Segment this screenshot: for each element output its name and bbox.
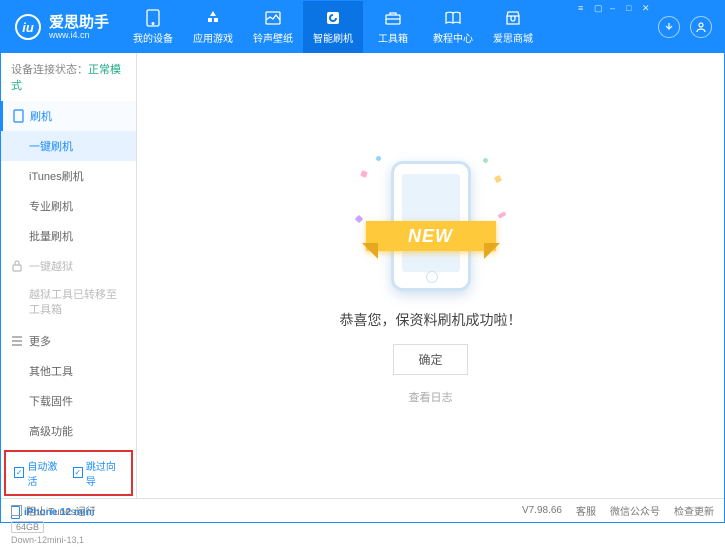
user-button[interactable]: [690, 16, 712, 38]
sidebar-item-oneclick-flash[interactable]: 一键刷机: [1, 131, 136, 161]
brand: iu 爱思助手 www.i4.cn: [1, 14, 123, 40]
checkbox-block-itunes[interactable]: 阻止iTunes运行: [11, 503, 96, 518]
maximize-icon[interactable]: □: [626, 3, 638, 12]
menu-icon[interactable]: ≡: [578, 3, 590, 12]
nav-my-device[interactable]: 我的设备: [123, 1, 183, 53]
nav-apps[interactable]: 应用游戏: [183, 1, 243, 53]
brand-name: 爱思助手: [49, 15, 109, 30]
options-highlight-box: ✓自动激活 ✓跳过向导: [4, 450, 133, 496]
sidebar-item-download-fw[interactable]: 下载固件: [1, 386, 136, 416]
phone-icon: [13, 109, 24, 123]
sidebar: 设备连接状态：正常模式 刷机 一键刷机 iTunes刷机 专业刷机 批量刷机 一…: [1, 53, 137, 498]
minimize-icon[interactable]: –: [610, 3, 622, 12]
flash-icon: [324, 9, 342, 27]
sidebar-item-advanced[interactable]: 高级功能: [1, 416, 136, 446]
checkbox-icon: [11, 505, 22, 516]
title-bar: iu 爱思助手 www.i4.cn 我的设备 应用游戏 铃声壁纸 智能刷机 工具…: [1, 1, 724, 53]
nav-ringtone[interactable]: 铃声壁纸: [243, 1, 303, 53]
lock-icon: [11, 260, 23, 272]
store-icon: [504, 9, 522, 27]
nav-flash[interactable]: 智能刷机: [303, 1, 363, 53]
toolbox-icon: [384, 9, 402, 27]
connection-status: 设备连接状态：正常模式: [1, 53, 136, 101]
brand-url: www.i4.cn: [49, 30, 109, 40]
download-button[interactable]: [658, 16, 680, 38]
list-icon: [11, 336, 23, 346]
sidebar-item-other-tools[interactable]: 其他工具: [1, 356, 136, 386]
top-nav: 我的设备 应用游戏 铃声壁纸 智能刷机 工具箱 教程中心 爱思商城: [123, 1, 543, 53]
close-icon[interactable]: ✕: [642, 3, 654, 12]
apps-icon: [204, 9, 222, 27]
version-label: V7.98.66: [522, 505, 562, 516]
window-buttons: ≡ ▢ – □ ✕: [578, 3, 654, 12]
view-log-link[interactable]: 查看日志: [409, 389, 453, 405]
support-link[interactable]: 客服: [576, 503, 596, 518]
sidebar-item-pro-flash[interactable]: 专业刷机: [1, 191, 136, 221]
ok-button[interactable]: 确定: [393, 344, 467, 375]
device-model: Down-12mini-13,1: [11, 535, 126, 545]
phone-icon: [144, 9, 162, 27]
success-illustration: NEW: [356, 146, 506, 296]
success-message: 恭喜您，保资料刷机成功啦！: [340, 310, 522, 330]
sidebar-jailbreak-note: 越狱工具已转移至工具箱: [1, 281, 136, 326]
status-bar: 阻止iTunes运行 V7.98.66 客服 微信公众号 检查更新: [1, 498, 724, 522]
brand-logo-icon: iu: [15, 14, 41, 40]
check-update-link[interactable]: 检查更新: [674, 503, 714, 518]
nav-store[interactable]: 爱思商城: [483, 1, 543, 53]
checkmark-icon: ✓: [73, 467, 83, 478]
sidebar-item-batch-flash[interactable]: 批量刷机: [1, 221, 136, 251]
main-content: NEW 恭喜您，保资料刷机成功啦！ 确定 查看日志: [137, 53, 724, 498]
wechat-link[interactable]: 微信公众号: [610, 503, 660, 518]
checkmark-icon: ✓: [14, 467, 24, 478]
skin-icon[interactable]: ▢: [594, 3, 606, 12]
sidebar-section-jailbreak[interactable]: 一键越狱: [1, 251, 136, 281]
nav-tutorial[interactable]: 教程中心: [423, 1, 483, 53]
book-icon: [444, 9, 462, 27]
sidebar-item-itunes-flash[interactable]: iTunes刷机: [1, 161, 136, 191]
checkbox-skip-guide[interactable]: ✓跳过向导: [73, 458, 124, 488]
wallpaper-icon: [264, 9, 282, 27]
window-controls: [658, 16, 724, 38]
checkbox-auto-activate[interactable]: ✓自动激活: [14, 458, 65, 488]
nav-toolbox[interactable]: 工具箱: [363, 1, 423, 53]
sidebar-section-more[interactable]: 更多: [1, 326, 136, 356]
sidebar-section-flash[interactable]: 刷机: [1, 101, 136, 131]
new-banner: NEW: [366, 221, 496, 251]
